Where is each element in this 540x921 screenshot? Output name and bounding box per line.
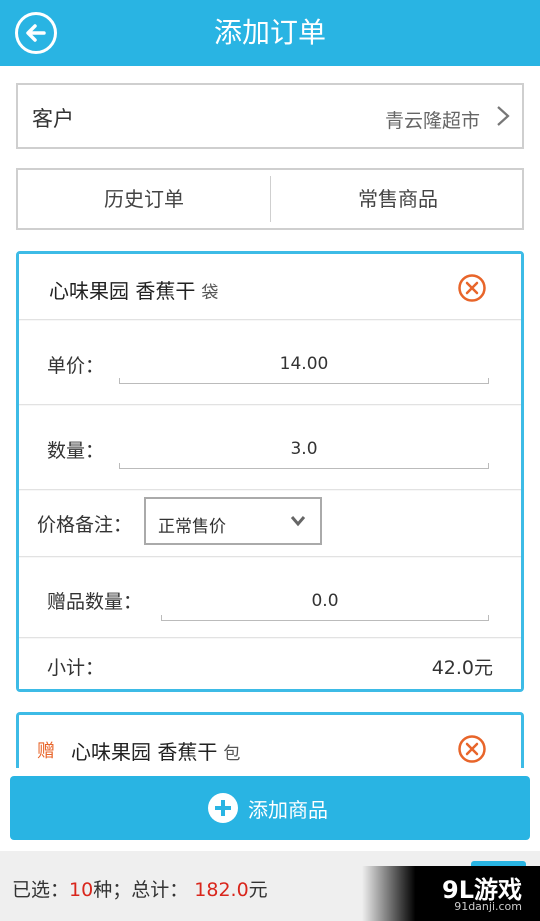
customer-selector[interactable]: 客户 青云隆超市 bbox=[16, 83, 524, 149]
chevron-right-icon bbox=[497, 106, 510, 126]
gift-quantity-row: 赠品数量： 0.0 bbox=[19, 558, 521, 638]
subtotal-label: 小计： bbox=[47, 657, 105, 679]
gift-item-header: 赠 心味果园 香蕉干包 bbox=[19, 715, 521, 768]
customer-value: 青云隆超市 bbox=[384, 110, 480, 132]
price-note-value: 正常售价 bbox=[158, 517, 226, 537]
gift-product-unit: 包 bbox=[223, 744, 241, 764]
price-row: 单价： 14.00 bbox=[19, 321, 521, 405]
gift-product-name: 心味果园 香蕉干包 bbox=[71, 740, 241, 764]
watermark-url: 91danji.com bbox=[454, 900, 522, 913]
item-header: 心味果园 香蕉干袋 bbox=[19, 254, 521, 320]
chevron-down-icon bbox=[290, 516, 306, 527]
subtotal-value: 42.0元 bbox=[431, 657, 493, 679]
product-unit: 袋 bbox=[201, 283, 219, 303]
tab-history-orders[interactable]: 历史订单 bbox=[18, 170, 270, 228]
total-amount: 182.0 bbox=[194, 879, 249, 901]
remove-gift-icon[interactable] bbox=[457, 734, 487, 764]
selected-count: 10 bbox=[69, 879, 94, 901]
gift-quantity-input[interactable]: 0.0 bbox=[161, 591, 489, 611]
order-item-card: 心味果园 香蕉干袋 单价： 14.00 数量： 3.0 价格备注： 正常售价 赠… bbox=[16, 251, 524, 692]
order-summary: 已选：10种；总计： 182.0元 bbox=[12, 879, 268, 901]
add-product-button[interactable]: 添加商品 bbox=[10, 776, 530, 840]
page-title: 添加订单 bbox=[213, 16, 326, 49]
gift-quantity-label: 赠品数量： bbox=[47, 591, 143, 613]
gift-quantity-underline bbox=[161, 615, 489, 621]
watermark: 9L游戏 91danji.com bbox=[362, 866, 540, 921]
quantity-label: 数量： bbox=[47, 440, 105, 462]
quantity-row: 数量： 3.0 bbox=[19, 406, 521, 490]
tab-divider bbox=[270, 176, 271, 222]
price-note-select[interactable]: 正常售价 bbox=[144, 497, 322, 545]
gift-item-card: 赠 心味果园 香蕉干包 bbox=[16, 712, 524, 768]
add-product-label: 添加商品 bbox=[248, 798, 328, 822]
price-input[interactable]: 14.00 bbox=[119, 354, 489, 374]
order-tabs: 历史订单 常售商品 bbox=[16, 168, 524, 230]
product-name: 心味果园 香蕉干袋 bbox=[49, 279, 219, 303]
quantity-input[interactable]: 3.0 bbox=[119, 439, 489, 459]
gift-badge: 赠 bbox=[37, 741, 55, 762]
price-note-label: 价格备注： bbox=[37, 514, 133, 536]
app-header: 添加订单 bbox=[0, 0, 540, 66]
price-label: 单价： bbox=[47, 355, 105, 377]
customer-label: 客户 bbox=[32, 107, 74, 131]
remove-item-icon[interactable] bbox=[457, 273, 487, 303]
quantity-underline bbox=[119, 463, 489, 469]
subtotal-row: 小计： 42.0元 bbox=[19, 639, 521, 689]
plus-icon bbox=[208, 793, 238, 823]
tab-frequent-products[interactable]: 常售商品 bbox=[272, 170, 524, 228]
price-underline bbox=[119, 378, 489, 384]
